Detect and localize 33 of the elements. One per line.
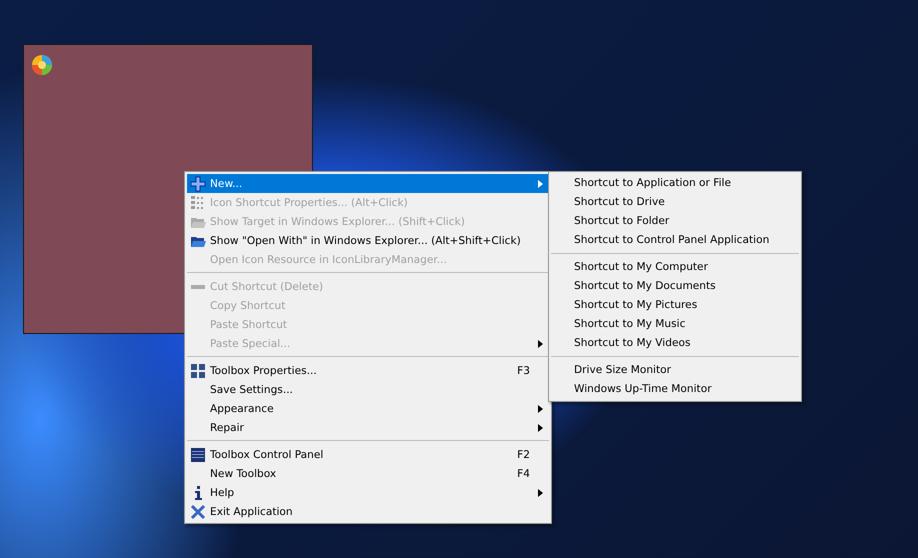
grid-icon [190,362,206,378]
menu-item[interactable]: Drive Size Monitor [551,361,799,380]
menu-item[interactable]: Shortcut to Folder [551,212,799,231]
menu-item[interactable]: Shortcut to Application or File [551,174,799,193]
submenu-arrow-icon [538,180,543,188]
menu-item[interactable]: Shortcut to My Videos [551,334,799,353]
menu-item[interactable]: Shortcut to Control Panel Application [551,231,799,250]
menu-item[interactable]: Save Settings... [187,380,549,399]
submenu-arrow-icon [538,424,543,432]
submenu-arrow-icon [538,488,543,496]
close-icon [190,504,206,520]
menu-item[interactable]: Shortcut to Drive [551,193,799,212]
menu-item[interactable]: Toolbox Properties... F3 [187,361,549,380]
dash-icon [191,284,205,288]
menu-item[interactable]: Shortcut to My Documents [551,277,799,296]
menu-item[interactable]: Repair [187,418,549,437]
menu-item[interactable]: Shortcut to My Computer [551,258,799,277]
list-icon [190,446,206,462]
submenu-arrow-icon [538,340,543,348]
plus-icon [190,176,206,192]
menu-item[interactable]: Windows Up-Time Monitor [551,380,799,399]
menu-item[interactable]: Toolbox Control Panel F2 [187,445,549,464]
menu-item[interactable]: Shortcut to My Music [551,315,799,334]
menu-item[interactable]: Show "Open With" in Windows Explorer... (Alt+Shift+Click) [187,231,549,250]
swirl-logo-icon[interactable] [30,53,54,77]
menu-item[interactable]: Shortcut to My Pictures [551,296,799,315]
menu-item[interactable]: Help [187,483,549,502]
submenu-arrow-icon [538,404,543,412]
menu-item[interactable]: New Toolbox F4 [187,464,549,483]
grid-dots-icon [190,194,206,210]
menu-item[interactable]: Exit Application [187,502,549,521]
menu-item[interactable]: Appearance [187,399,549,418]
menu-item[interactable]: New... [187,174,549,193]
